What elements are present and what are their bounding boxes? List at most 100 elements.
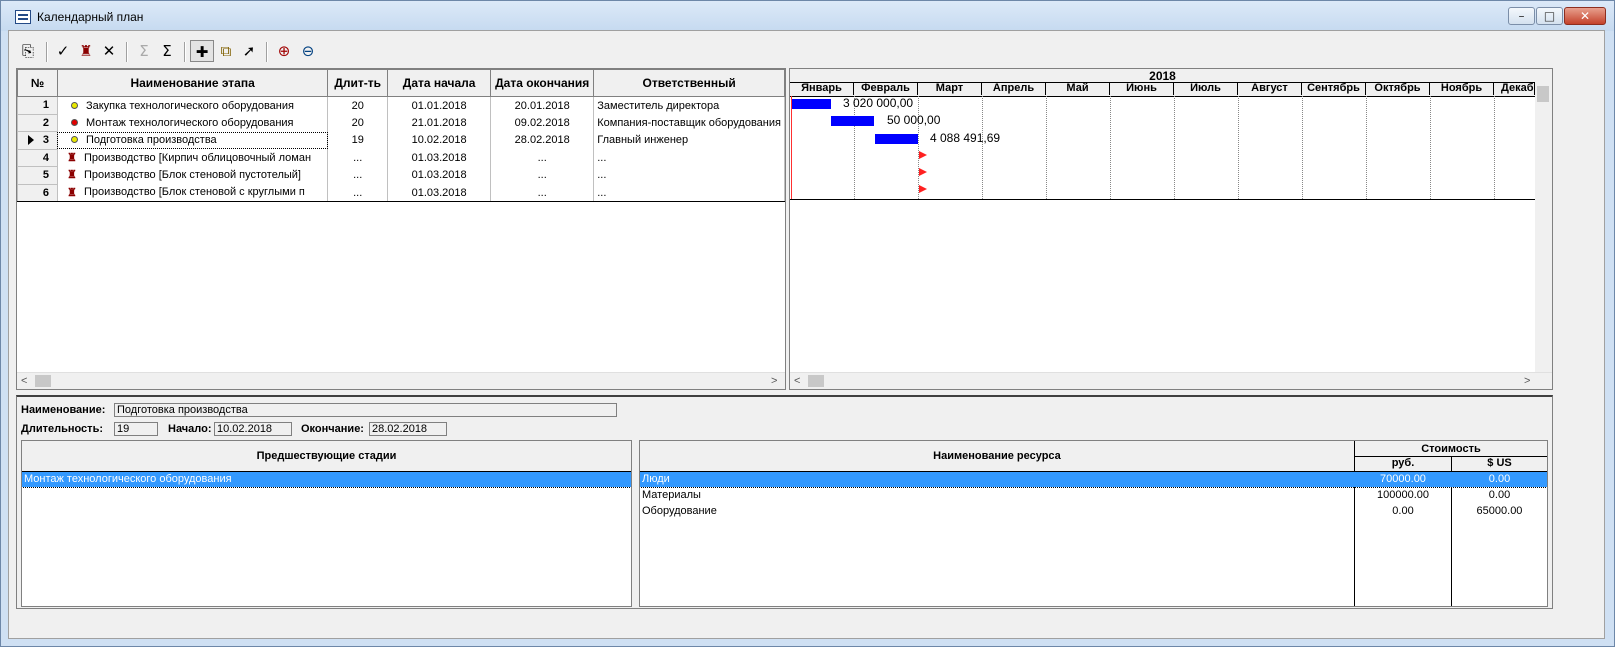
responsible-cell[interactable]: ... bbox=[593, 149, 785, 167]
table-row[interactable]: 4 ♜ Производство [Кирпич облицовочный лом… bbox=[17, 148, 785, 167]
gantt-month: Февраль bbox=[854, 82, 918, 95]
table-row[interactable]: 1 Закупка технологического оборудования … bbox=[17, 96, 785, 115]
duration-cell[interactable]: ... bbox=[327, 166, 389, 184]
start-date-cell[interactable]: 21.01.2018 bbox=[387, 114, 492, 132]
column-header-stage-name[interactable]: Наименование этапа bbox=[56, 69, 329, 97]
resource-rub: 70000.00 bbox=[1380, 473, 1426, 485]
name-label: Наименование: bbox=[21, 404, 106, 416]
table-row[interactable]: 2 Монтаж технологического оборудования 2… bbox=[17, 113, 785, 132]
column-header-responsible[interactable]: Ответственный bbox=[593, 69, 785, 97]
yellow-dot-icon bbox=[70, 101, 78, 109]
properties-icon[interactable]: ⎘ bbox=[16, 40, 40, 62]
gantt-bar-stage-3[interactable] bbox=[875, 134, 918, 144]
table-row[interactable]: Люди 70000.00 0.00 bbox=[640, 471, 1547, 488]
resource-name: Материалы bbox=[642, 489, 701, 501]
start-date-cell[interactable]: 01.01.2018 bbox=[387, 96, 492, 114]
minimize-button[interactable]: – bbox=[1508, 7, 1535, 25]
stage-name: Производство [Блок стеновой пустотелый] bbox=[83, 169, 301, 182]
zoom-in-icon[interactable]: ⊕ bbox=[272, 40, 296, 62]
grid-horizontal-scrollbar[interactable]: < > bbox=[17, 372, 785, 389]
milestone-flag-icon[interactable] bbox=[919, 185, 927, 193]
column-header-end-date[interactable]: Дата окончания bbox=[490, 69, 595, 97]
end-date-cell[interactable]: 28.02.2018 bbox=[490, 131, 595, 149]
gantt-gridline bbox=[1430, 96, 1432, 199]
start-date-cell[interactable]: 01.03.2018 bbox=[387, 166, 492, 184]
end-date-cell[interactable]: 09.02.2018 bbox=[490, 114, 595, 132]
scroll-right-icon[interactable]: > bbox=[771, 373, 777, 389]
end-date-cell[interactable]: 20.01.2018 bbox=[490, 96, 595, 114]
usd-header: $ US bbox=[1487, 457, 1512, 469]
check-icon[interactable]: ✓ bbox=[51, 40, 75, 62]
table-row[interactable]: Материалы 100000.00 0.00 bbox=[640, 488, 1547, 503]
gantt-horizontal-scrollbar[interactable]: < > bbox=[790, 372, 1552, 389]
gantt-month: Январь bbox=[790, 82, 854, 95]
gantt-month: Май bbox=[1046, 82, 1110, 95]
responsible-cell[interactable]: Заместитель директора bbox=[593, 96, 785, 114]
scroll-thumb[interactable] bbox=[808, 375, 824, 387]
title-bar[interactable]: Календарный план – □ ✕ bbox=[1, 1, 1614, 31]
responsible-cell[interactable]: Главный инженер bbox=[593, 131, 785, 149]
duration-cell[interactable]: ... bbox=[327, 184, 389, 202]
end-date-cell[interactable]: ... bbox=[490, 149, 595, 167]
scroll-thumb[interactable] bbox=[35, 375, 51, 387]
column-header-number[interactable]: № bbox=[17, 69, 58, 97]
table-row-selected[interactable]: 3 Подготовка производства 19 10.02.2018 … bbox=[17, 131, 785, 150]
responsible-cell[interactable]: Компания-поставщик оборудования bbox=[593, 114, 785, 132]
gantt-gridline bbox=[1494, 96, 1496, 199]
duration-cell[interactable]: 20 bbox=[327, 96, 389, 114]
list-item[interactable]: Монтаж технологического оборудования bbox=[22, 471, 631, 488]
stage-name-cell[interactable]: Закупка технологического оборудования bbox=[57, 96, 329, 114]
duration-cell[interactable]: ... bbox=[327, 149, 389, 167]
close-button[interactable]: ✕ bbox=[1564, 7, 1606, 25]
milestone-flag-icon[interactable] bbox=[919, 151, 927, 159]
sum-icon[interactable]: Σ bbox=[155, 40, 179, 62]
stage-name-cell[interactable]: Монтаж технологического оборудования bbox=[57, 114, 329, 132]
table-row[interactable]: Оборудование 0.00 65000.00 bbox=[640, 504, 1547, 519]
duration-cell[interactable]: 20 bbox=[327, 114, 389, 132]
sum-disabled-icon: Σ bbox=[139, 42, 149, 60]
gantt-vertical-scrollbar[interactable] bbox=[1535, 69, 1552, 372]
scroll-left-icon[interactable]: < bbox=[21, 373, 27, 389]
column-header-duration[interactable]: Длит-ть bbox=[327, 69, 389, 97]
delete-icon[interactable]: ✕ bbox=[97, 40, 121, 62]
stage-name-cell[interactable]: ♜ Производство [Блок стеновой пустотелый] bbox=[57, 166, 329, 184]
scroll-left-icon[interactable]: < bbox=[794, 373, 800, 389]
column-header-start-date[interactable]: Дата начала bbox=[387, 69, 492, 97]
end-field[interactable]: 28.02.2018 bbox=[369, 422, 447, 436]
end-date-cell[interactable]: ... bbox=[490, 184, 595, 202]
start-field[interactable]: 10.02.2018 bbox=[214, 422, 292, 436]
scroll-right-icon[interactable]: > bbox=[1524, 373, 1530, 389]
window-title: Календарный план bbox=[37, 10, 144, 24]
gantt-bar-stage-2[interactable] bbox=[831, 116, 874, 126]
milestone-flag-icon[interactable] bbox=[919, 168, 927, 176]
zoom-out-icon[interactable]: ⊖ bbox=[296, 40, 320, 62]
predecessors-header: Предшествующие стадии bbox=[22, 441, 631, 472]
stage-name-cell[interactable]: ♜ Производство [Блок стеновой с круглыми … bbox=[57, 184, 329, 202]
responsible-cell[interactable]: ... bbox=[593, 184, 785, 202]
table-row[interactable]: 5 ♜ Производство [Блок стеновой пустотелы… bbox=[17, 166, 785, 185]
link-stages-icon[interactable]: ⧉ bbox=[214, 40, 238, 62]
row-number: 2 bbox=[17, 113, 58, 132]
start-date-cell[interactable]: 01.03.2018 bbox=[387, 184, 492, 202]
stage-name-cell[interactable]: Подготовка производства bbox=[57, 131, 329, 149]
stage-details-panel: Наименование: Подготовка производства Дл… bbox=[16, 395, 1553, 609]
table-row[interactable]: 6 ♜ Производство [Блок стеновой с круглым… bbox=[17, 183, 785, 202]
gantt-year: 2018 bbox=[790, 69, 1535, 83]
duration-cell[interactable]: 19 bbox=[327, 131, 389, 149]
name-field[interactable]: Подготовка производства bbox=[114, 403, 617, 417]
add-stage-icon[interactable]: ✚ bbox=[190, 40, 214, 62]
duration-field[interactable]: 19 bbox=[114, 422, 158, 436]
responsible-cell[interactable]: ... bbox=[593, 166, 785, 184]
end-date-cell[interactable]: ... bbox=[490, 166, 595, 184]
maximize-button[interactable]: □ bbox=[1536, 7, 1563, 25]
pointer-icon[interactable]: ➚ bbox=[237, 40, 261, 62]
gantt-bar-stage-1[interactable] bbox=[792, 99, 831, 109]
stages-table: № Наименование этапа Длит-ть Дата начала… bbox=[17, 69, 785, 202]
start-date-cell[interactable]: 10.02.2018 bbox=[387, 131, 492, 149]
factory-icon[interactable]: ♜ bbox=[74, 40, 98, 62]
gantt-header: 2018 Январь Февраль Март Апрель Май Июнь… bbox=[790, 69, 1552, 97]
stage-name-cell[interactable]: ♜ Производство [Кирпич облицовочный ломан bbox=[57, 149, 329, 167]
start-date-cell[interactable]: 01.03.2018 bbox=[387, 149, 492, 167]
scroll-thumb[interactable] bbox=[1537, 86, 1549, 102]
cost-header: Стоимость bbox=[1421, 443, 1481, 455]
